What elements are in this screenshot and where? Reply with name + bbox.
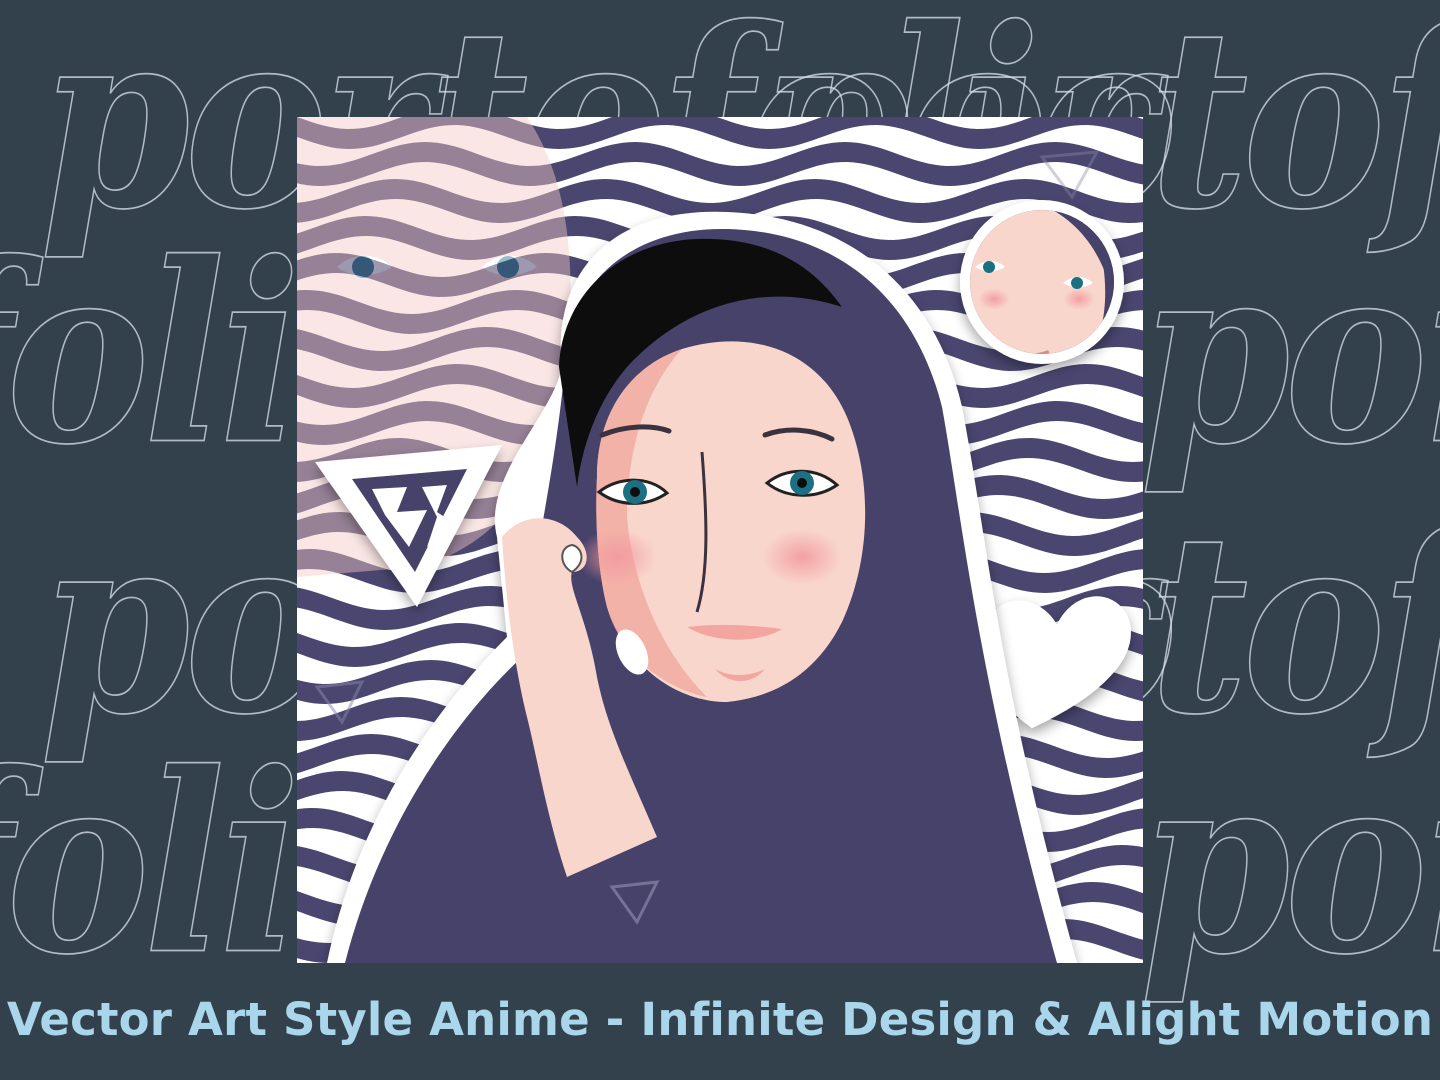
caption-title: Vector Art Style Anime - Infinite Design…: [6, 993, 1434, 1046]
watermark-word: portofolio: [1139, 208, 1440, 500]
artwork-image: [297, 117, 1143, 963]
watermark-word: portofolio: [1139, 718, 1440, 1010]
